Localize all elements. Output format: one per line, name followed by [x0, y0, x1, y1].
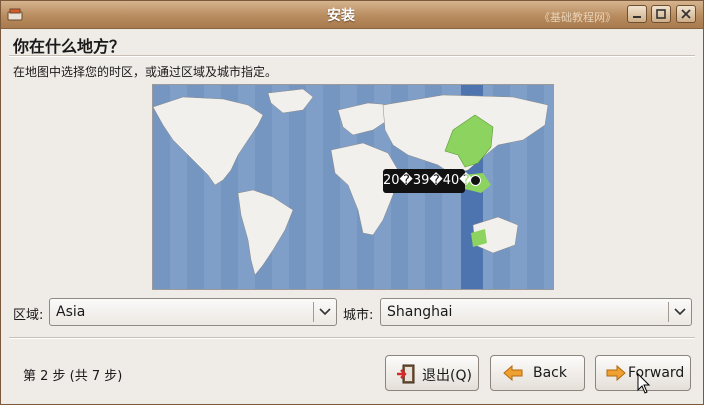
time-tooltip: 20�39�40�	[383, 169, 473, 193]
page-heading: 你在什么地方？	[13, 37, 126, 56]
greenland-land	[267, 88, 314, 114]
step-indicator: 第 2 步 (共 7 步)	[23, 369, 123, 384]
timezone-map[interactable]	[152, 84, 554, 290]
city-value: Shanghai	[387, 304, 453, 320]
exit-door-icon	[397, 364, 415, 384]
arrow-right-icon	[606, 364, 626, 382]
watermark-text: 《基础教程网》	[539, 11, 616, 24]
combo-divider	[668, 302, 669, 322]
quit-button-label: 退出(Q)	[422, 368, 472, 384]
minimize-icon	[633, 16, 641, 18]
instruction-text: 在地图中选择您的时区，或通过区域及城市指定。	[13, 65, 278, 79]
footer-divider	[9, 337, 695, 339]
back-button-label: Back	[533, 365, 567, 381]
back-button[interactable]: Back	[490, 355, 585, 391]
arrow-left-icon	[503, 364, 523, 382]
city-combobox[interactable]: Shanghai	[380, 298, 692, 326]
world-map-graphic	[153, 85, 549, 289]
city-location-pin[interactable]	[470, 175, 481, 186]
maximize-icon	[656, 9, 666, 19]
maximize-button[interactable]	[651, 5, 671, 23]
quit-button[interactable]: 退出(Q)	[385, 355, 479, 391]
title-bar[interactable]: 安装 《基础教程网》	[1, 1, 703, 29]
chevron-down-icon	[319, 308, 331, 316]
heading-divider	[9, 55, 695, 57]
mouse-pointer-icon	[637, 373, 651, 394]
installer-window: 安装 《基础教程网》 你在什么地方？ 在地图中选择您的时区，或通过区域及城市指定…	[0, 0, 704, 405]
region-value: Asia	[56, 304, 86, 320]
minimize-button[interactable]	[627, 5, 647, 23]
city-label: 城市:	[343, 308, 374, 323]
region-label: 区域:	[13, 308, 44, 323]
chevron-down-icon	[674, 308, 686, 316]
close-icon	[681, 9, 691, 19]
combo-divider	[313, 302, 314, 322]
region-combobox[interactable]: Asia	[49, 298, 337, 326]
close-button[interactable]	[676, 5, 696, 23]
